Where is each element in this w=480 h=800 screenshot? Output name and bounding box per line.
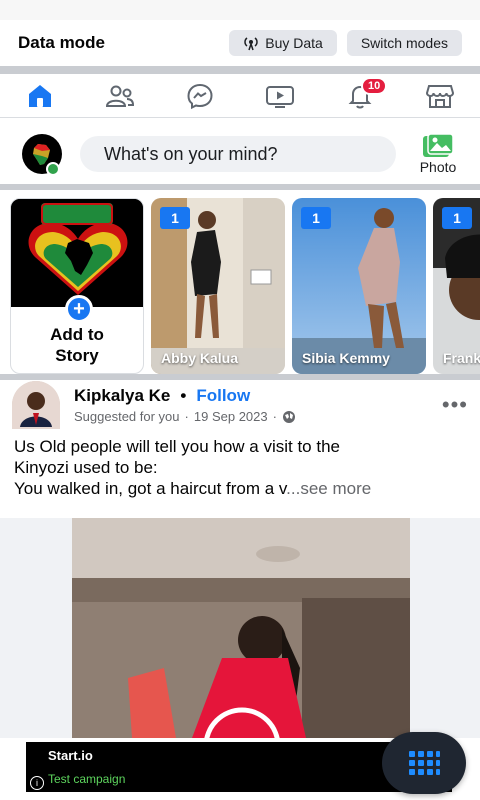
post-video-thumbnail <box>72 518 410 738</box>
post-text-line: You walked in, got a haircut from a v...… <box>14 478 466 499</box>
globe-icon <box>282 410 295 423</box>
ad-campaign: Test campaign <box>48 772 126 786</box>
post-video-frame <box>72 518 410 738</box>
post-text: Us Old people will tell you how a visit … <box>0 430 480 499</box>
switch-modes-label: Switch modes <box>360 35 448 51</box>
separator-dot: • <box>180 386 187 405</box>
add-story-plus-icon[interactable]: + <box>65 295 93 323</box>
post-author-name[interactable]: Kipkalya Ke <box>74 386 170 406</box>
story-count-badge: 1 <box>442 207 472 229</box>
status-bar <box>0 0 480 20</box>
home-icon <box>29 84 51 107</box>
data-mode-title: Data mode <box>18 33 105 52</box>
ad-info-icon[interactable]: i <box>30 776 44 790</box>
photo-label: Photo <box>419 159 457 175</box>
broadcast-icon <box>244 37 258 51</box>
nav-friends[interactable] <box>100 76 140 116</box>
post-author-avatar[interactable] <box>12 381 74 429</box>
top-nav: 10 <box>0 74 480 118</box>
friends-icon <box>105 85 135 107</box>
profile-avatar-image <box>22 134 62 174</box>
add-story-card[interactable]: + Add to Story <box>10 198 144 374</box>
nav-home[interactable] <box>20 76 60 116</box>
stories-tray: + Add to Story 1 Abby Kalua 1 Sibia Kemm… <box>0 184 480 374</box>
add-story-image <box>11 199 143 307</box>
follow-button[interactable]: Follow <box>196 386 250 406</box>
data-mode-bar: Data mode Buy Data Switch modes <box>0 20 480 66</box>
ad-title: Start.io <box>48 748 93 763</box>
grid-menu-icon <box>409 751 440 775</box>
video-icon <box>266 85 294 108</box>
subtitle-dot: · <box>184 409 189 424</box>
story-name: Sibia Kemmy <box>302 350 390 366</box>
post-media[interactable] <box>0 518 480 738</box>
online-indicator <box>46 162 60 176</box>
buy-data-label: Buy Data <box>265 35 323 51</box>
story-name: Frank <box>443 350 480 366</box>
avatar[interactable] <box>16 134 68 176</box>
post-text-truncated: You walked in, got a haircut from a v <box>14 479 287 498</box>
suggested-label: Suggested for you <box>74 409 180 424</box>
post-subtitle: Suggested for you · 19 Sep 2023 · <box>74 409 442 424</box>
nav-notifications[interactable]: 10 <box>340 76 388 116</box>
marketplace-icon <box>425 84 455 108</box>
switch-modes-button[interactable]: Switch modes <box>346 30 462 56</box>
add-label-line1: Add to <box>50 325 104 344</box>
more-dots-icon[interactable]: ••• <box>442 392 468 418</box>
photo-button[interactable]: Photo <box>410 133 466 175</box>
nav-marketplace[interactable] <box>420 76 460 116</box>
subtitle-dot: · <box>272 409 277 424</box>
see-more-link[interactable]: ...see more <box>286 479 371 498</box>
story-count-badge: 1 <box>301 207 331 229</box>
nav-messenger[interactable] <box>180 76 220 116</box>
story-card[interactable]: 1 Abby Kalua <box>151 198 285 374</box>
story-count-badge: 1 <box>160 207 190 229</box>
photo-icon <box>423 133 454 157</box>
author-avatar-image <box>12 381 60 429</box>
story-card[interactable]: 1 Sibia Kemmy <box>292 198 426 374</box>
notification-badge: 10 <box>361 76 388 95</box>
add-label-line2: Story <box>55 346 99 365</box>
nav-video[interactable] <box>260 76 300 116</box>
divider <box>0 66 480 74</box>
messenger-icon <box>187 83 213 109</box>
one-love-artwork <box>11 199 143 307</box>
post-composer: What's on your mind? Photo <box>0 118 480 184</box>
whats-on-your-mind-input[interactable]: What's on your mind? <box>80 136 396 172</box>
post-text-line: Us Old people will tell you how a visit … <box>14 437 340 456</box>
composer-placeholder: What's on your mind? <box>104 143 278 164</box>
post-header: Kipkalya Ke • Follow Suggested for you ·… <box>0 374 480 430</box>
buy-data-button[interactable]: Buy Data <box>229 30 337 56</box>
story-card[interactable]: 1 Frank <box>433 198 480 374</box>
post-author-line: Kipkalya Ke • Follow <box>74 386 442 406</box>
post-meta: Kipkalya Ke • Follow Suggested for you ·… <box>74 386 442 424</box>
post-text-line: Kinyozi used to be: <box>14 458 158 477</box>
story-name: Abby Kalua <box>161 350 239 366</box>
grid-menu-button[interactable] <box>382 732 466 794</box>
post-date: 19 Sep 2023 <box>193 409 268 424</box>
add-to-story-label: Add to Story <box>11 324 143 366</box>
